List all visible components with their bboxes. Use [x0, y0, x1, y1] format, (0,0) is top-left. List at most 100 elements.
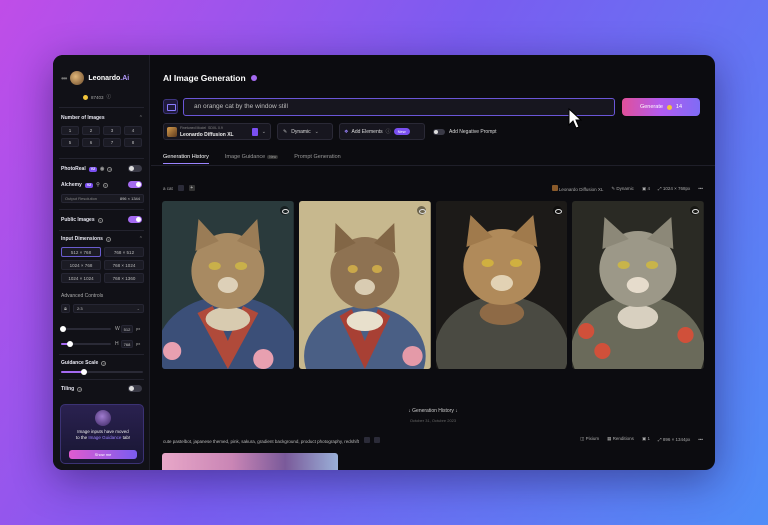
show-me-button[interactable]: Show me — [69, 450, 137, 459]
mouse-cursor-icon — [568, 108, 582, 129]
count-option-5[interactable]: 5 — [61, 138, 79, 147]
model-thumbnail — [167, 127, 177, 137]
eye-icon[interactable] — [690, 206, 699, 215]
public-images-toggle[interactable] — [128, 216, 142, 223]
photoreal-text: PhotoReal — [61, 166, 86, 172]
generated-images — [162, 201, 704, 369]
generation-style: ✎ Dynamic — [611, 186, 634, 192]
add-icon[interactable]: + — [188, 185, 195, 191]
photoreal-toggle[interactable] — [128, 165, 142, 172]
height-slider-knob[interactable] — [67, 341, 73, 347]
chevron-down-icon: ⌄ — [261, 129, 266, 135]
history-prompt-row: cute pastelbot, japanese themed, pink, s… — [163, 436, 703, 444]
tiling-text: Tiling — [61, 386, 75, 392]
height-slider[interactable] — [61, 341, 111, 347]
info-icon: ⓘ — [385, 129, 391, 135]
new-badge: New — [393, 128, 410, 135]
tab-new-badge: New — [267, 155, 279, 159]
lock-icon[interactable]: 🔒︎ — [61, 304, 70, 313]
chevron-down-icon: ⌄ — [314, 128, 319, 135]
dimension-option[interactable]: 1024 × 768 — [61, 260, 101, 270]
help-icon: ? — [101, 360, 107, 366]
width-input[interactable]: 512 — [121, 325, 133, 333]
generated-image[interactable] — [298, 201, 431, 369]
model-icon — [551, 185, 558, 191]
eye-icon[interactable] — [416, 206, 426, 215]
guidance-scale-knob[interactable] — [81, 369, 87, 375]
chevron-down-icon: ↓ — [455, 408, 458, 414]
count-option-8[interactable]: 8 — [124, 138, 142, 147]
avatar[interactable] — [70, 71, 85, 85]
width-slider-knob[interactable] — [60, 326, 66, 332]
promo-link[interactable]: Image Guidance — [88, 435, 121, 440]
tab-prompt-generation[interactable]: Prompt Generation — [294, 154, 340, 164]
more-options-icon[interactable]: ••• — [698, 186, 703, 191]
images-icon: ▣ — [641, 185, 647, 191]
generated-image[interactable] — [435, 201, 568, 369]
aspect-ratio-select[interactable]: 2:3 ⌄ — [73, 304, 144, 313]
copy-icon[interactable] — [364, 437, 371, 443]
chevron-up-icon[interactable]: ⌃ — [139, 236, 143, 242]
photoreal-badge: V2 — [88, 166, 98, 172]
model-caption: Finetuned Model SDXL 0.9 — [180, 126, 223, 130]
generation-model-text: Leonardo Diffusion XL — [558, 187, 604, 192]
generated-image[interactable] — [572, 201, 704, 369]
negative-prompt-control[interactable]: Add Negative Prompt — [433, 128, 497, 135]
tab-image-guidance[interactable]: Image Guidance New — [225, 154, 279, 164]
model-caption-text: Finetuned Model — [180, 126, 207, 130]
count-option-3[interactable]: 3 — [103, 126, 121, 135]
copy-icon[interactable] — [177, 185, 184, 191]
model-selector[interactable]: Finetuned Model SDXL 0.9 Leonardo Diffus… — [163, 123, 271, 140]
more-options-icon[interactable]: ••• — [698, 437, 703, 442]
generate-cost: 14 — [675, 104, 683, 110]
count-option-4[interactable]: 4 — [124, 126, 142, 135]
output-resolution-field[interactable]: Output Resolution 896 × 1344 — [61, 194, 144, 203]
menu-dots-icon[interactable]: ••• — [61, 74, 67, 83]
model-icon: ◫ — [580, 436, 585, 441]
style-selector[interactable]: ✎ Dynamic ⌄ — [277, 123, 333, 140]
count-option-2[interactable]: 2 — [82, 126, 100, 135]
count-option-1[interactable]: 1 — [61, 126, 79, 135]
count-option-6[interactable]: 6 — [82, 138, 100, 147]
image-guidance-promo: Image inputs have moved to the Image Gui… — [60, 404, 144, 464]
brush-icon: ✎ — [611, 185, 616, 191]
generated-image[interactable] — [162, 201, 294, 369]
generation-count: ▣ 4 — [642, 186, 650, 192]
generation-count-text: 4 — [647, 185, 650, 191]
width-label: W — [115, 326, 120, 332]
generate-button[interactable]: Generate 14 — [622, 98, 700, 116]
history-date: October 31, Octubre 2023 — [409, 418, 457, 423]
negative-prompt-toggle[interactable] — [433, 128, 445, 135]
count-option-7[interactable]: 7 — [103, 138, 121, 147]
tab-generation-history[interactable]: Generation History — [163, 154, 209, 164]
alchemy-toggle[interactable] — [128, 181, 142, 188]
dimension-option[interactable]: 768 × 1024 — [104, 260, 144, 270]
help-icon: ? — [97, 217, 103, 223]
size-icon: ⤢ — [657, 436, 662, 442]
add-icon[interactable] — [373, 437, 380, 443]
history-image-preview[interactable] — [162, 453, 338, 470]
eye-icon[interactable] — [279, 206, 289, 215]
height-input[interactable]: 768 — [121, 340, 133, 348]
output-resolution-label: Output Resolution — [65, 196, 98, 201]
brand-suffix: .Ai — [120, 74, 130, 82]
dimension-option[interactable]: 1024 × 1024 — [61, 273, 101, 283]
dimension-option[interactable]: 768 × 512 — [104, 247, 144, 257]
dimension-option[interactable]: 768 × 1360 — [104, 273, 144, 283]
promo-line-3: tab! — [122, 435, 131, 440]
prompt-input[interactable]: an orange cat by the window still — [183, 98, 615, 116]
chevron-up-icon[interactable]: ⌃ — [139, 115, 143, 121]
tiling-label: Tiling ? — [61, 386, 83, 392]
width-slider[interactable] — [60, 326, 111, 332]
cat-portrait-image — [298, 201, 431, 369]
height-unit: px — [136, 341, 141, 346]
guidance-scale-slider[interactable] — [61, 369, 143, 375]
token-balance[interactable]: 87403 ⓘ — [83, 94, 111, 100]
tiling-toggle[interactable] — [128, 385, 142, 392]
prompt-settings-icon[interactable] — [163, 99, 178, 114]
aspect-ratio-value: 2:3 — [77, 306, 83, 311]
photoreal-label: PhotoReal V2 ◉ ? — [61, 166, 113, 172]
images-icon: ▣ — [641, 436, 647, 441]
dimension-option[interactable]: 512 × 768 — [61, 247, 101, 257]
add-elements-button[interactable]: ❖ Add Elements ⓘ New — [339, 123, 425, 140]
